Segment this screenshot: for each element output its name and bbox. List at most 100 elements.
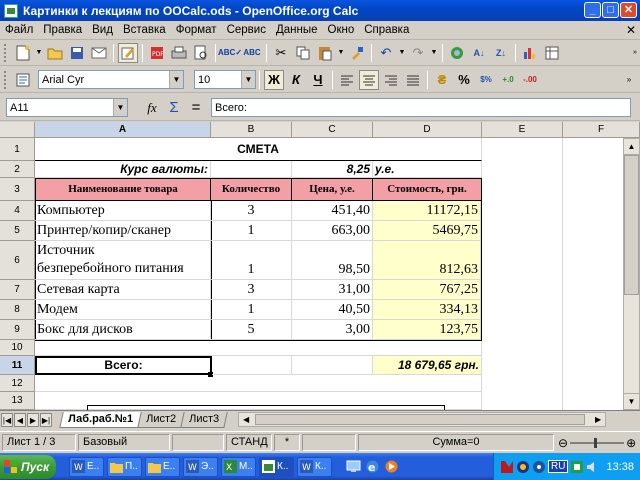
format-paintbrush-icon[interactable]	[347, 43, 367, 63]
item-qty[interactable]: 1	[211, 300, 292, 320]
formula-input[interactable]: Всего:	[211, 98, 631, 117]
item-qty[interactable]: 1	[211, 241, 292, 280]
export-pdf-icon[interactable]: PDF	[147, 43, 167, 63]
close-document-icon[interactable]: ✕	[626, 23, 636, 37]
menu-format[interactable]: Формат	[171, 24, 222, 36]
paste-icon[interactable]	[315, 43, 335, 63]
undo-dropdown-icon[interactable]: ▼	[398, 43, 406, 63]
media-player-icon[interactable]	[384, 459, 399, 474]
first-sheet-icon[interactable]: |◀	[1, 412, 13, 427]
item-qty[interactable]: 3	[211, 201, 292, 221]
toolbar-grip[interactable]	[4, 70, 8, 89]
row-header[interactable]: 12	[0, 375, 35, 392]
vertical-scrollbar[interactable]: ▲ ▼	[623, 138, 640, 410]
start-button[interactable]: Пуск	[0, 454, 56, 479]
volume-icon[interactable]	[586, 460, 600, 474]
total-label[interactable]: Всего:	[35, 356, 212, 375]
row-header[interactable]: 2	[0, 161, 35, 178]
header-quantity[interactable]: Количество	[210, 178, 292, 201]
toolbar-overflow-icon[interactable]: »	[619, 70, 639, 90]
taskbar-folder[interactable]: П..	[107, 456, 142, 477]
cell-b2[interactable]	[211, 161, 292, 178]
item-price[interactable]: 98,50	[292, 241, 373, 280]
font-name-combo[interactable]: Arial Cyr ▼	[38, 70, 184, 89]
column-header-a[interactable]: A	[35, 122, 211, 138]
standard-format-icon[interactable]: $%	[476, 70, 496, 90]
horizontal-scrollbar[interactable]: ◀ ▶	[238, 412, 607, 427]
row-header[interactable]: 6	[0, 241, 35, 280]
chevron-down-icon[interactable]: ▼	[169, 71, 183, 88]
network-icon[interactable]	[516, 460, 530, 474]
row-header[interactable]: 9	[0, 320, 35, 340]
taskbar-calc[interactable]: К..	[259, 456, 294, 477]
item-name[interactable]: Источник безперебойного питания	[35, 241, 211, 280]
minimize-button[interactable]: _	[584, 2, 601, 18]
item-qty[interactable]: 1	[211, 221, 292, 241]
item-cost[interactable]: 334,13	[373, 300, 481, 320]
item-cost[interactable]: 5469,75	[373, 221, 481, 241]
sort-descending-icon[interactable]: Z↓	[491, 43, 511, 63]
next-sheet-icon[interactable]: ▶	[27, 412, 39, 427]
internet-explorer-icon[interactable]: e	[365, 459, 380, 474]
scroll-right-icon[interactable]: ▶	[591, 413, 605, 426]
row-header[interactable]: 5	[0, 221, 35, 241]
font-size-combo[interactable]: 10 ▼	[194, 70, 256, 89]
save-icon[interactable]	[67, 43, 87, 63]
zoom-in-icon[interactable]: ⊕	[626, 436, 636, 450]
cell-b11[interactable]	[212, 356, 292, 375]
styles-icon[interactable]	[13, 70, 33, 90]
sum-icon[interactable]: Σ	[164, 98, 184, 118]
zoom-slider[interactable]: ⊖ ⊕	[558, 436, 636, 450]
redo-icon[interactable]: ↷	[408, 43, 428, 63]
pivot-table-icon[interactable]	[542, 43, 562, 63]
row-header[interactable]: 4	[0, 201, 35, 221]
spreadsheet-grid[interactable]: A B C D E F 1 2 3 4 5 6 7 8 9 10 11 12 1…	[0, 122, 640, 410]
sheet-title[interactable]: СМЕТА	[35, 138, 482, 161]
item-price[interactable]: 663,00	[292, 221, 373, 241]
zoom-out-icon[interactable]: ⊖	[558, 436, 568, 450]
row-header[interactable]: 8	[0, 300, 35, 320]
taskbar-word-1[interactable]: W Е..	[69, 456, 104, 477]
prev-sheet-icon[interactable]: ◀	[14, 412, 26, 427]
menu-file[interactable]: Файл	[0, 24, 38, 36]
maximize-button[interactable]: □	[602, 2, 619, 18]
print-icon[interactable]	[169, 43, 189, 63]
item-qty[interactable]: 5	[211, 320, 292, 340]
menu-data[interactable]: Данные	[271, 24, 323, 36]
item-name[interactable]: Компьютер	[35, 201, 211, 221]
function-icon[interactable]: =	[186, 98, 206, 118]
taskbar-folder-2[interactable]: Е..	[145, 456, 180, 477]
undo-icon[interactable]: ↶	[376, 43, 396, 63]
chevron-down-icon[interactable]: ▼	[113, 99, 127, 116]
item-cost[interactable]: 123,75	[373, 320, 481, 340]
align-left-icon[interactable]	[337, 70, 357, 90]
item-price[interactable]: 31,00	[292, 280, 373, 300]
cell-c11[interactable]	[292, 356, 373, 375]
menu-window[interactable]: Окно	[323, 24, 360, 36]
sheet-indicator[interactable]: Лист 1 / 3	[2, 434, 76, 451]
rate-value[interactable]: 8,25	[292, 161, 373, 178]
cut-icon[interactable]: ✂	[271, 43, 291, 63]
email-icon[interactable]	[89, 43, 109, 63]
item-name[interactable]: Сетевая карта	[35, 280, 211, 300]
window-titlebar[interactable]: Картинки к лекциям по OOCalc.ods - OpenO…	[0, 0, 640, 21]
sort-ascending-icon[interactable]: A↓	[469, 43, 489, 63]
item-cost[interactable]: 11172,15	[373, 201, 481, 221]
menu-insert[interactable]: Вставка	[118, 24, 171, 36]
sum-display[interactable]: Сумма=0	[358, 434, 554, 451]
column-header-e[interactable]: E	[482, 122, 563, 138]
select-all-corner[interactable]	[0, 122, 35, 138]
row-header[interactable]: 10	[0, 340, 35, 356]
underline-button[interactable]: Ч	[308, 70, 328, 90]
rate-unit[interactable]: у.е.	[373, 161, 482, 178]
item-name[interactable]: Бокс для дисков	[35, 320, 211, 340]
zoom-area[interactable]	[172, 434, 224, 451]
currency-format-icon[interactable]: ₴	[432, 70, 452, 90]
add-decimal-icon[interactable]: +.0	[498, 70, 518, 90]
new-dropdown-icon[interactable]: ▼	[35, 43, 43, 63]
modified-indicator[interactable]: *	[274, 434, 300, 451]
autospellcheck-icon[interactable]: ABC	[242, 43, 262, 63]
taskbar-word-2[interactable]: W Э..	[183, 456, 218, 477]
paste-dropdown-icon[interactable]: ▼	[337, 43, 345, 63]
row-header[interactable]: 11	[0, 356, 35, 375]
